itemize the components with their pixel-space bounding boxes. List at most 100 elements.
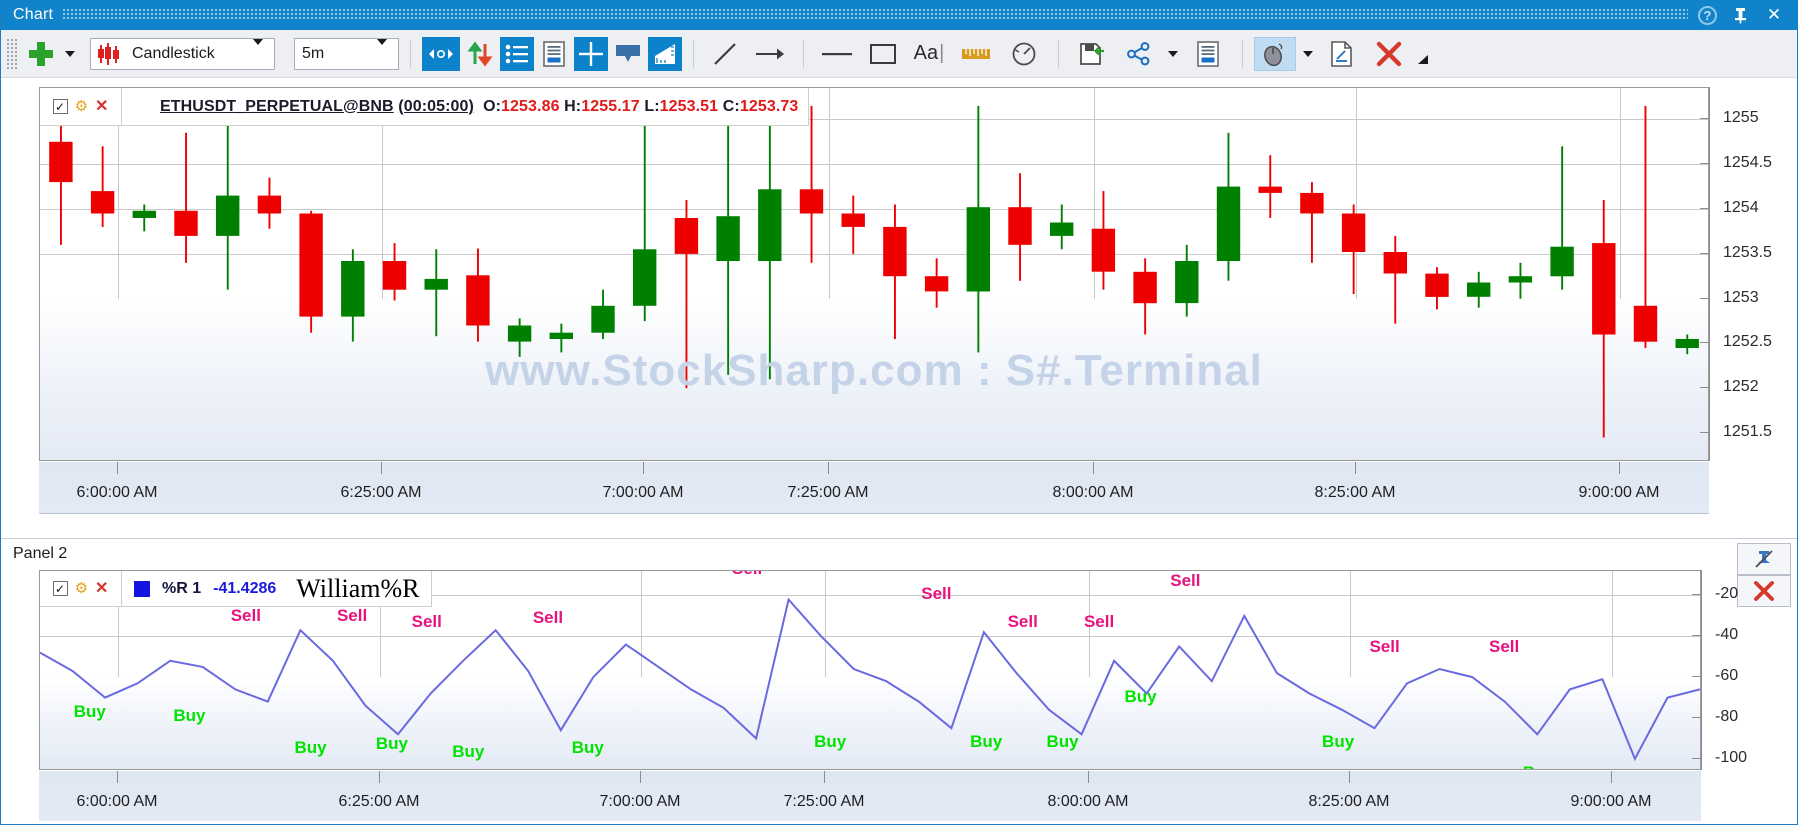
text-icon[interactable]: Aa | [907,37,951,71]
buy-signal-label: Buy [1046,732,1079,752]
data-panel-icon[interactable] [537,37,571,71]
indicator-value-axis[interactable]: -20 -40 -60 -80 -100 [1692,570,1797,770]
candlestick-series [49,101,1699,438]
indicator-tick-mark [1692,758,1701,759]
legend-controls: ✓ ⚙ ✕ [40,88,122,126]
low-value: 1253.51 [659,97,719,115]
plus-icon [28,41,54,67]
auto-scale-icon[interactable] [463,37,497,71]
buy-signal-label: Buy [814,732,847,752]
toolbar-separator-5 [1242,39,1243,68]
indicator-tick-label: -40 [1715,626,1739,643]
remove-indicator-icon[interactable]: ✕ [95,580,108,597]
sell-signal-label: Sell [732,571,762,579]
price-tick-mark [1700,208,1709,209]
titlebar-buttons: ? ✕ [1698,4,1791,26]
unpin-icon [1755,550,1773,568]
indicator-time-tick-mark [379,771,380,783]
buy-signal-label: Buy [1124,687,1157,707]
buy-signal-label: Buy [452,742,485,762]
time-axis[interactable]: 6:00:00 AM 6:25:00 AM 7:00:00 AM 7:25:00 AM… [39,462,1709,514]
delete-glyph [1376,41,1402,66]
mouse-mode-icon[interactable] [1254,36,1296,71]
indicator-time-tick-label: 7:00:00 AM [599,793,681,810]
security-legend: ✓ ⚙ ✕ ETHUSDT_PERPETUAL@BNB (00:05:00) O… [40,88,810,126]
security-info: ETHUSDT_PERPETUAL@BNB (00:05:00) O:1253.… [122,88,810,126]
candlestick-icon [98,42,124,65]
indicator-time-tick-label: 8:00:00 AM [1047,793,1129,810]
indicator-gear-icon[interactable]: ⚙ [75,581,88,596]
indicator-visible-checkbox[interactable]: ✓ [52,581,68,596]
horizontal-line-icon[interactable] [815,37,859,71]
toolbar-grip[interactable] [7,38,17,69]
rectangle-icon[interactable] [862,37,904,71]
legend-glyph [505,44,528,63]
price-tick-mark [1700,387,1709,388]
tooltip-icon[interactable] [611,37,645,71]
ruler-icon[interactable] [954,37,998,71]
chart-toolbar: Candlestick 5m Aa | [1,30,1797,78]
sell-signal-label: Sell [336,606,368,626]
horizontal-line-glyph [822,52,852,55]
time-tick-label: 8:00:00 AM [1052,484,1134,501]
buy-signal-label: Buy [294,738,327,758]
indicator-time-tick-mark [1088,771,1089,783]
indicator-time-tick-mark [117,771,118,783]
gauge-icon[interactable] [1001,37,1047,71]
fit-width-icon[interactable] [422,36,460,71]
pin-glyph [1734,7,1746,23]
delete-icon[interactable] [1367,37,1411,71]
properties-icon[interactable] [1185,37,1231,71]
sell-signal-label: Sell [411,612,442,632]
trend-line-icon[interactable] [705,37,745,71]
share-dropdown[interactable] [1164,37,1182,71]
add-indicator-dropdown[interactable] [61,37,79,71]
buy-signal-label: Buy [375,734,408,754]
security-ohlc-text: ETHUSDT_PERPETUAL@BNB (00:05:00) O:1253.… [160,98,798,116]
remove-series-icon[interactable]: ✕ [95,98,108,115]
delete-dropdown[interactable] [1414,37,1432,71]
candlestick-plot-area[interactable]: www.StockSharp.com : S#.Terminal ✓ ⚙ ✕ E… [39,87,1709,461]
open-value: 1253.86 [501,97,560,115]
close-icon[interactable]: ✕ [1763,4,1785,26]
mouse-mode-dropdown[interactable] [1299,37,1317,71]
time-tick-mark [117,462,118,474]
series-visible-checkbox[interactable]: ✓ [52,99,68,114]
price-tick-mark [1700,298,1709,299]
timeframe-caret-icon[interactable] [367,38,394,63]
sell-signal-label: Sell [1488,636,1520,656]
price-tick-label: 1255 [1723,109,1759,126]
legend-icon[interactable] [500,36,534,71]
chart-type-caret-icon[interactable] [243,38,270,63]
arrow-icon[interactable] [748,37,792,71]
indicator-time-axis[interactable]: 6:00:00 AM 6:25:00 AM 7:00:00 AM 7:25:00 AM… [39,771,1701,821]
edit-doc-glyph [1331,40,1352,67]
price-tick-mark [1700,253,1709,254]
edit-doc-icon[interactable] [1320,37,1364,71]
titlebar-drag-handle[interactable] [63,9,1688,21]
buy-signal-label: Buy [571,738,604,758]
buy-signal-label: Buy [970,732,1003,752]
security-timeframe: (00:05:00) [398,97,474,115]
auto-scale-glyph [467,41,493,66]
sell-signal-label: Sell [1007,612,1038,632]
chart-type-select[interactable]: Candlestick [90,37,275,70]
indicator-panel: Panel 2 ✓ ⚙ ✕ %R 1 -41.4286 William%R Bu… [1,538,1797,824]
indicator-color-swatch[interactable] [134,580,150,597]
indicator-time-tick-mark [1611,771,1612,783]
crosshair-icon[interactable] [574,36,608,71]
save-template-icon[interactable] [1070,37,1114,71]
corner-caret-glyph [1418,54,1428,64]
price-axis[interactable]: 1255 1254.5 1254 1253.5 1253 1252.5 1252 1251.5 [1700,87,1798,461]
share-icon[interactable] [1117,37,1161,71]
crosshair-glyph [579,41,603,66]
indicator-time-tick-label: 6:25:00 AM [338,793,420,810]
gear-icon[interactable]: ⚙ [75,99,88,114]
timeframe-select[interactable]: 5m [294,37,399,70]
indicator-plot-area[interactable]: ✓ ⚙ ✕ %R 1 -41.4286 William%R Buy Buy Sell… [39,570,1701,770]
time-tick-mark [1093,462,1094,474]
add-indicator-button[interactable] [24,37,58,71]
help-icon[interactable]: ? [1698,5,1717,25]
measure-icon[interactable] [648,36,682,71]
pin-icon[interactable] [1729,4,1751,26]
